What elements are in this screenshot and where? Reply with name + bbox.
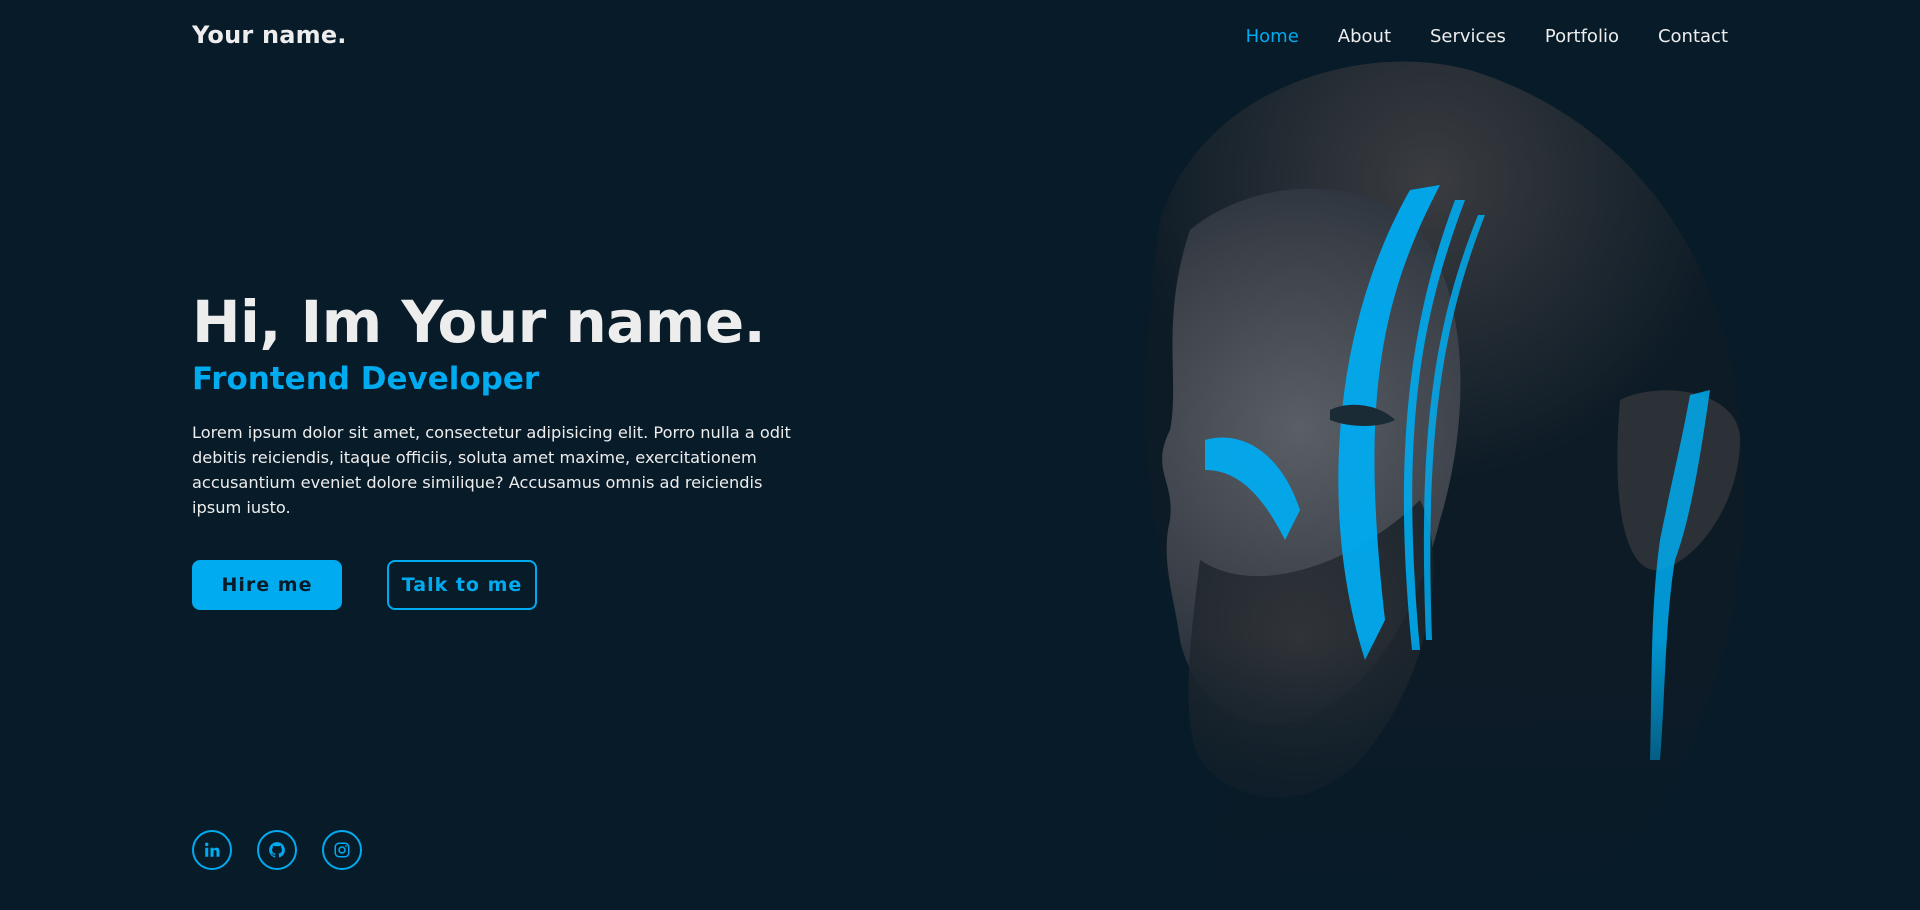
page: Your name. Home About Services Portfolio…: [0, 0, 1920, 910]
nav-contact[interactable]: Contact: [1658, 26, 1728, 47]
instagram-link[interactable]: [322, 830, 362, 870]
nav-home[interactable]: Home: [1246, 26, 1299, 47]
instagram-icon: [334, 842, 350, 858]
nav-about[interactable]: About: [1338, 26, 1391, 47]
hero-title: Hi, Im Your name.: [192, 288, 766, 356]
hero-section: Hi, Im Your name. Frontend Developer Lor…: [192, 288, 832, 611]
nav-services[interactable]: Services: [1430, 26, 1506, 47]
logo[interactable]: Your name.: [192, 21, 347, 49]
site-header: Your name. Home About Services Portfolio…: [0, 0, 1920, 76]
nav-portfolio[interactable]: Portfolio: [1545, 26, 1619, 47]
talk-to-me-button[interactable]: Talk to me: [387, 560, 537, 611]
hero-portrait-image: [1000, 0, 1920, 910]
linkedin-icon: [205, 842, 220, 857]
hire-me-button[interactable]: Hire me: [192, 560, 342, 611]
hero-subtitle: Frontend Developer: [192, 360, 540, 397]
hero-buttons: Hire me Talk to me: [192, 560, 832, 611]
main-nav: Home About Services Portfolio Contact: [1207, 26, 1728, 47]
social-links: [192, 830, 362, 870]
github-link[interactable]: [257, 830, 297, 870]
linkedin-link[interactable]: [192, 830, 232, 870]
github-icon: [269, 842, 285, 858]
hero-description: Lorem ipsum dolor sit amet, consectetur …: [192, 423, 791, 518]
